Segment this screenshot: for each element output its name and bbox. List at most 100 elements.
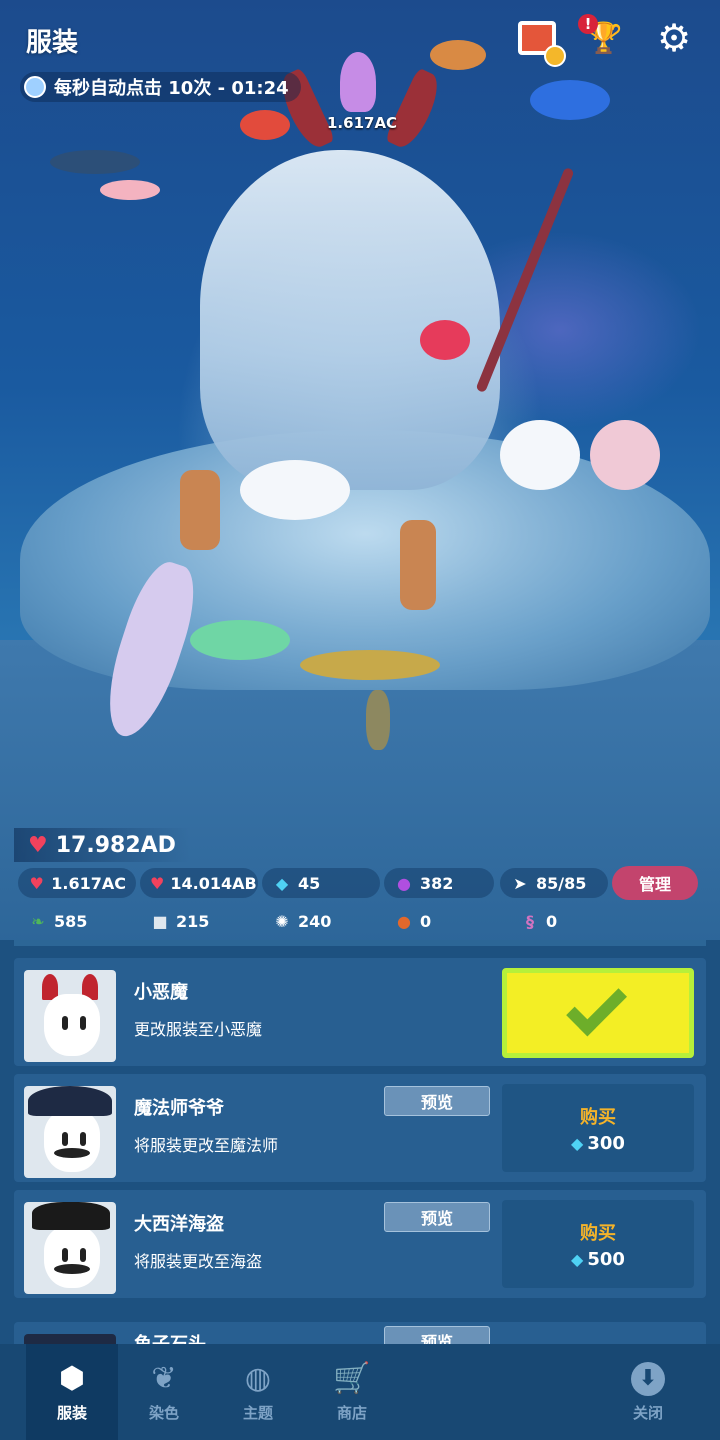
gems-value: 45	[298, 873, 321, 893]
costume-item-partial[interactable]: 鱼子石头 预览	[14, 1322, 706, 1344]
buy-button[interactable]: 购买 ◆ 500	[502, 1200, 694, 1288]
preview-button[interactable]: 预览	[384, 1086, 490, 1116]
seahorse-value: 0	[546, 911, 558, 931]
nav-close[interactable]: ⬇ 关闭	[602, 1344, 694, 1440]
urchin-stat: ✺ 240	[262, 906, 372, 936]
reef-rock	[200, 150, 500, 490]
costume-desc: 将服装更改至魔法师	[134, 1136, 279, 1155]
costume-item-pirate[interactable]: 大西洋海盗 将服装更改至海盗 预览 购买 ◆ 500	[14, 1190, 706, 1298]
wizard-portrait	[24, 1086, 116, 1178]
fish-count-value: 85/85	[536, 873, 587, 893]
center-score: 1.617AC	[327, 114, 398, 132]
tap-value: 1.617AC	[51, 873, 126, 893]
urchin-icon: ✺	[275, 911, 289, 931]
coral-green	[190, 620, 290, 660]
hearts-total-value: 17.982AD	[55, 832, 176, 858]
nav-shop-label: 商店	[336, 1404, 367, 1422]
buy-label: 购买	[580, 1106, 616, 1128]
rock-value: 215	[176, 911, 210, 931]
coral-pink	[590, 420, 660, 490]
little-devil-portrait	[24, 970, 116, 1062]
top-icon-bar: 🏆! ⚙	[518, 14, 696, 67]
price: ◆ 500	[571, 1249, 625, 1270]
pirate-hat	[32, 1202, 110, 1230]
fish-orange[interactable]	[430, 40, 486, 70]
tap-heart-icon: ♥	[29, 873, 44, 893]
preview-button[interactable]: 预览	[384, 1202, 490, 1232]
medal-icon	[544, 45, 566, 67]
costume-icon: ⬢	[58, 1361, 86, 1396]
costume-name: 小恶魔	[134, 982, 188, 1003]
manta-ray[interactable]	[50, 150, 140, 174]
nav-costume[interactable]: ⬢ 服装	[26, 1344, 118, 1440]
fish-blue[interactable]	[530, 80, 610, 120]
wizard-hat	[28, 1086, 112, 1116]
selected-check-button[interactable]	[502, 968, 694, 1058]
eye-right	[80, 1016, 86, 1030]
theme-icon: ◍	[244, 1361, 272, 1396]
nav-theme-label: 主题	[242, 1404, 273, 1422]
coral-white	[240, 460, 350, 520]
seahorse[interactable]	[366, 690, 390, 750]
pirate-portrait	[24, 1202, 116, 1294]
fish-count-stat: ➤ 85/85	[500, 868, 608, 898]
nav-theme[interactable]: ◍ 主题	[212, 1344, 304, 1440]
gem-icon: ◆	[571, 1133, 584, 1153]
costume-desc: 更改服装至小恶魔	[134, 1020, 263, 1039]
costume-desc: 将服装更改至海盗	[134, 1252, 263, 1271]
rock-icon: ■	[152, 911, 168, 931]
nav-costume-label: 服装	[56, 1404, 87, 1422]
nav-dye[interactable]: ❦ 染色	[118, 1344, 210, 1440]
manage-button[interactable]: 管理	[612, 866, 698, 900]
per-second-heart-icon: ♥	[150, 873, 165, 893]
per-second-stat: ♥ 14.014AB	[140, 868, 258, 898]
coral-white	[500, 420, 580, 490]
eye-left	[62, 1016, 68, 1030]
price-value: 300	[587, 1132, 625, 1154]
alert-badge: !	[578, 14, 598, 34]
costume-name: 魔法师爷爷	[134, 1098, 224, 1119]
check-icon	[566, 975, 627, 1037]
devil-horn	[384, 67, 446, 153]
fish-red[interactable]	[240, 110, 290, 140]
costume-list[interactable]: 小恶魔 更改服装至小恶魔 魔法师爷爷 将服装更改至魔法师 预览 购买 ◆ 300	[0, 940, 720, 1344]
nav-shop[interactable]: 🛒 商店	[306, 1344, 398, 1440]
aquarium-scene[interactable]	[0, 0, 720, 960]
auto-click-text: 每秒自动点击 10次 - 01:24	[54, 78, 289, 99]
fish-pink[interactable]	[100, 180, 160, 200]
photo-album-icon[interactable]	[518, 21, 566, 67]
costume-item-little-devil[interactable]: 小恶魔 更改服装至小恶魔	[14, 958, 706, 1066]
fish-pink[interactable]	[420, 320, 470, 360]
eye-left	[62, 1248, 68, 1262]
crab-icon: ●	[397, 911, 411, 931]
urchin-value: 240	[298, 911, 332, 931]
coral-yellow	[300, 650, 440, 680]
nav-close-label: 关闭	[632, 1403, 663, 1422]
seahorse-icon: §	[526, 911, 534, 931]
gem-icon: ◆	[571, 1249, 584, 1269]
face	[44, 1226, 100, 1288]
trophy-icon[interactable]: 🏆!	[578, 14, 626, 60]
price-value: 500	[587, 1248, 625, 1270]
close-down-arrow-icon: ⬇	[631, 1361, 665, 1396]
preview-button[interactable]: 预览	[384, 1326, 490, 1344]
price: ◆ 300	[571, 1133, 625, 1154]
jellyfish[interactable]	[340, 52, 376, 112]
seahorse-stat: § 0	[510, 906, 620, 936]
seaweed-stat: ❧ 585	[18, 906, 128, 936]
pearls-value: 382	[420, 873, 454, 893]
gem-icon: ◆	[275, 873, 289, 893]
crab-stat: ● 0	[384, 906, 494, 936]
gems-stat: ◆ 45	[262, 868, 380, 898]
coral-orange	[180, 470, 220, 550]
costume-item-wizard[interactable]: 魔法师爷爷 将服装更改至魔法师 预览 购买 ◆ 300	[14, 1074, 706, 1182]
buy-button[interactable]: 购买 ◆ 300	[502, 1084, 694, 1172]
cart-icon: 🛒	[333, 1361, 371, 1396]
eye-right	[80, 1248, 86, 1262]
eye-left	[62, 1132, 68, 1146]
auto-click-banner[interactable]: 每秒自动点击 10次 - 01:24	[20, 72, 301, 102]
hearts-total: ♥ 17.982AD	[14, 828, 190, 862]
settings-gear-icon[interactable]: ⚙	[652, 16, 696, 60]
bottom-nav: ⬢ 服装 ❦ 染色 ◍ 主题 🛒 商店 ⬇ 关闭	[0, 1344, 720, 1440]
seaweed-value: 585	[54, 911, 88, 931]
